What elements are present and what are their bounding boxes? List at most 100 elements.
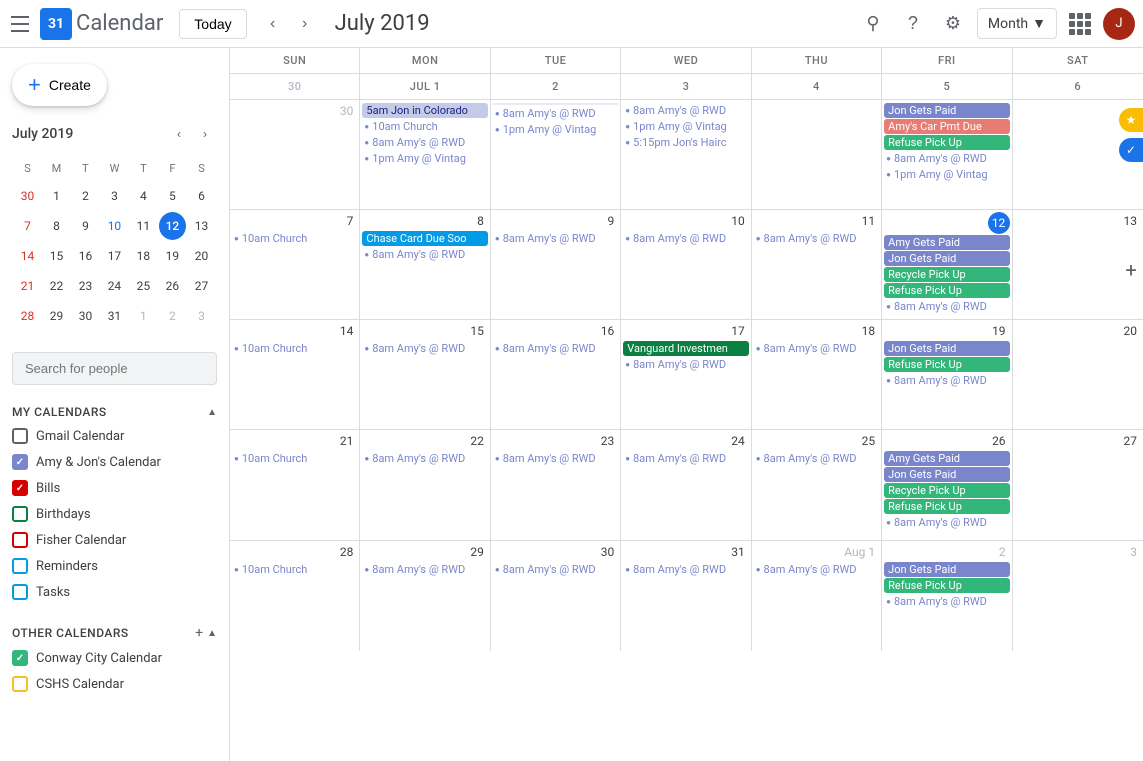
mini-day-16[interactable]: 16 [72, 242, 99, 270]
day-jul25[interactable]: 25 8am Amy's @ RWD [752, 430, 882, 539]
event-jon-paid-aug2[interactable]: Jon Gets Paid [884, 562, 1009, 577]
mini-day-5[interactable]: 5 [159, 182, 186, 210]
mini-day-3-aug[interactable]: 3 [188, 302, 215, 330]
mini-day-10[interactable]: 10 [101, 212, 128, 240]
mini-day-8[interactable]: 8 [43, 212, 70, 240]
mini-prev-btn[interactable]: ‹ [167, 122, 191, 146]
event-amy-rwd-17[interactable]: 8am Amy's @ RWD [623, 357, 748, 372]
event-amy-rwd-1a[interactable]: 8am Amy's @ RWD [362, 135, 487, 150]
today-button[interactable]: Today [179, 9, 246, 39]
mini-day-9[interactable]: 9 [72, 212, 99, 240]
event-refuse-1[interactable]: Refuse Pick Up [884, 135, 1009, 150]
mini-day-20[interactable]: 20 [188, 242, 215, 270]
event-amy-rwd-26[interactable]: 8am Amy's @ RWD [884, 515, 1009, 530]
cal-item-amy-jon[interactable]: Amy & Jon's Calendar [0, 449, 229, 475]
event-amy-rwd-10[interactable]: 8am Amy's @ RWD [623, 231, 748, 246]
day-jul12[interactable]: 12 Amy Gets Paid Jon Gets Paid Recycle P… [882, 210, 1012, 319]
mini-day-30[interactable]: 30 [72, 302, 99, 330]
mini-day-22[interactable]: 22 [43, 272, 70, 300]
day-jul11[interactable]: 11 8am Amy's @ RWD [752, 210, 882, 319]
day-jun30[interactable]: 30 [230, 100, 360, 209]
day-aug3[interactable]: 3 [1013, 541, 1143, 651]
day-jul21[interactable]: 21 10am Church [230, 430, 360, 539]
mini-day-7[interactable]: 7 [14, 212, 41, 240]
day-jul16[interactable]: 16 8am Amy's @ RWD [491, 320, 621, 429]
mini-day-13[interactable]: 13 [188, 212, 215, 240]
cal-checkbox-conway[interactable] [12, 650, 28, 666]
cal-item-reminders[interactable]: Reminders [0, 553, 229, 579]
cal-item-birthdays[interactable]: Birthdays [0, 501, 229, 527]
event-amy-paid-26[interactable]: Amy Gets Paid [884, 451, 1009, 466]
event-vanguard[interactable]: Vanguard Investmen [623, 341, 748, 356]
mini-day-19[interactable]: 19 [159, 242, 186, 270]
apps-button[interactable] [1065, 9, 1095, 39]
mini-day-27[interactable]: 27 [188, 272, 215, 300]
event-amy-rwd-11[interactable]: 8am Amy's @ RWD [754, 231, 879, 246]
menu-button[interactable] [8, 12, 32, 36]
add-other-calendar-btn[interactable]: + [195, 625, 203, 641]
mini-day-14[interactable]: 14 [14, 242, 41, 270]
cal-checkbox-reminders[interactable] [12, 558, 28, 574]
mini-day-18[interactable]: 18 [130, 242, 157, 270]
day-jul2[interactable]: 8am Amy's @ RWD 1pm Amy @ Vintag [491, 100, 621, 209]
event-amy-rwd-24[interactable]: 8am Amy's @ RWD [623, 451, 748, 466]
event-jon-paid-19[interactable]: Jon Gets Paid [884, 341, 1009, 356]
search-people-input[interactable] [12, 352, 217, 385]
event-church-1[interactable]: 10am Church [362, 119, 487, 134]
day-jul14[interactable]: 14 10am Church [230, 320, 360, 429]
cal-checkbox-birthdays[interactable] [12, 506, 28, 522]
day-jul29[interactable]: 29 8am Amy's @ RWD [360, 541, 490, 651]
day-aug1[interactable]: Aug 1 8am Amy's @ RWD [752, 541, 882, 651]
event-amy-rwd-18[interactable]: 8am Amy's @ RWD [754, 341, 879, 356]
mini-day-1-aug[interactable]: 1 [130, 302, 157, 330]
day-jul17[interactable]: 17 Vanguard Investmen 8am Amy's @ RWD [621, 320, 751, 429]
mini-day-21[interactable]: 21 [14, 272, 41, 300]
cal-checkbox-amy-jon[interactable] [12, 454, 28, 470]
cal-checkbox-gmail[interactable] [12, 428, 28, 444]
mini-day-2[interactable]: 2 [72, 182, 99, 210]
event-amy-rwd-22[interactable]: 8am Amy's @ RWD [362, 451, 487, 466]
mini-day-3[interactable]: 3 [101, 182, 128, 210]
day-jul20[interactable]: 20 [1013, 320, 1143, 429]
event-jons-haircut[interactable]: 5:15pm Jon's Hairc [623, 135, 748, 150]
cal-item-gmail[interactable]: Gmail Calendar [0, 423, 229, 449]
event-recycle-26[interactable]: Recycle Pick Up [884, 483, 1009, 498]
mini-day-4[interactable]: 4 [130, 182, 157, 210]
mini-day-12[interactable]: 12 [159, 212, 186, 240]
cal-item-conway[interactable]: Conway City Calendar [0, 645, 229, 671]
day-jul28[interactable]: 28 10am Church [230, 541, 360, 651]
event-amy-rwd-aug2[interactable]: 8am Amy's @ RWD [884, 594, 1009, 609]
cal-item-tasks[interactable]: Tasks [0, 579, 229, 605]
event-amy-rwd-15[interactable]: 8am Amy's @ RWD [362, 341, 487, 356]
create-button[interactable]: + Create [12, 64, 107, 106]
event-amy-paid-12[interactable]: Amy Gets Paid [884, 235, 1009, 250]
day-jul1[interactable]: 5am Jon in Colorado 10am Church 8am Amy'… [360, 100, 490, 209]
event-amy-vintag-1a[interactable]: 1pm Amy @ Vintag [362, 151, 487, 166]
other-calendars-header[interactable]: Other calendars + ▲ [0, 621, 229, 645]
mini-day-2-aug[interactable]: 2 [159, 302, 186, 330]
mini-day-26[interactable]: 26 [159, 272, 186, 300]
event-amy-vintag-5a[interactable]: 1pm Amy @ Vintag [884, 167, 1009, 182]
cal-checkbox-tasks[interactable] [12, 584, 28, 600]
event-amy-rwd-31[interactable]: 8am Amy's @ RWD [623, 562, 748, 577]
event-jon-paid-26[interactable]: Jon Gets Paid [884, 467, 1009, 482]
help-button[interactable]: ? [897, 8, 929, 40]
mini-day-31[interactable]: 31 [101, 302, 128, 330]
event-church-21[interactable]: 10am Church [232, 451, 357, 466]
event-amy-rwd-30[interactable]: 8am Amy's @ RWD [493, 562, 618, 577]
search-button[interactable]: ⚲ [857, 8, 889, 40]
event-refuse-26[interactable]: Refuse Pick Up [884, 499, 1009, 514]
event-recycle-12[interactable]: Recycle Pick Up [884, 267, 1009, 282]
event-amy-rwd-25[interactable]: 8am Amy's @ RWD [754, 451, 879, 466]
mini-day-28[interactable]: 28 [14, 302, 41, 330]
cal-item-bills[interactable]: Bills [0, 475, 229, 501]
event-amy-rwd-aug1[interactable]: 8am Amy's @ RWD [754, 562, 879, 577]
mini-next-btn[interactable]: › [193, 122, 217, 146]
add-event-badge[interactable]: + [1119, 258, 1143, 282]
event-jon-colorado-2[interactable] [493, 103, 618, 105]
cal-item-fisher[interactable]: Fisher Calendar [0, 527, 229, 553]
next-arrow[interactable]: › [291, 10, 319, 38]
cal-checkbox-cshs[interactable] [12, 676, 28, 692]
day-jul27[interactable]: 27 [1013, 430, 1143, 539]
event-amy-rwd-5a[interactable]: 8am Amy's @ RWD [884, 151, 1009, 166]
